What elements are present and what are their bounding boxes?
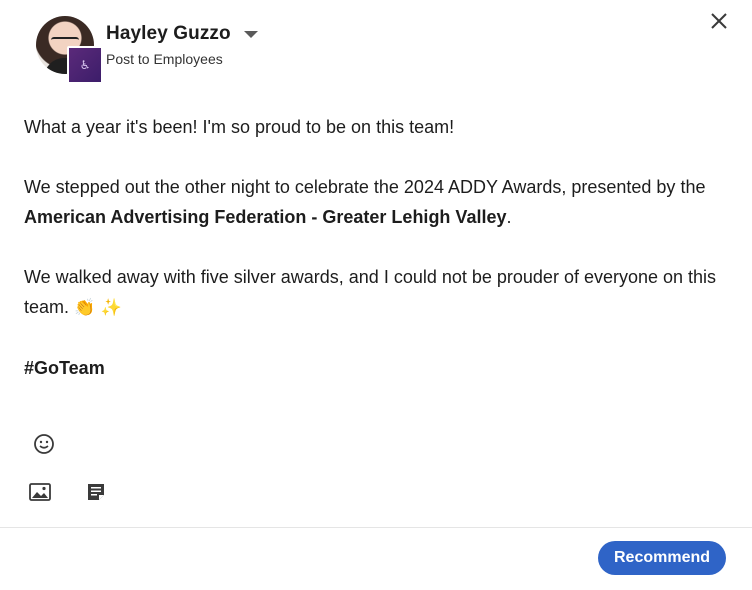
recommend-button[interactable]: Recommend	[598, 541, 726, 575]
footer-divider	[0, 527, 752, 528]
avatar-glasses	[51, 37, 79, 46]
post-audience[interactable]: Post to Employees	[106, 51, 223, 67]
p2-bold-org: American Advertising Federation - Greate…	[24, 207, 507, 227]
post-body[interactable]: What a year it's been! I'm so proud to b…	[24, 112, 728, 383]
chevron-down-icon[interactable]	[244, 31, 258, 38]
emoji-icon[interactable]	[33, 433, 55, 455]
p3-text: We walked away with five silver awards, …	[24, 267, 717, 317]
p2-text: We stepped out the other night to celebr…	[24, 177, 706, 197]
post-line-1: What a year it's been! I'm so proud to b…	[24, 117, 455, 137]
org-badge-icon: ♿︎	[67, 46, 103, 84]
author-avatar[interactable]: ♿︎	[36, 16, 103, 84]
post-paragraph-2: We stepped out the other night to celebr…	[24, 172, 728, 232]
p2-end: .	[506, 207, 512, 227]
post-paragraph-3: We walked away with five silver awards, …	[24, 262, 728, 323]
close-icon[interactable]	[708, 10, 730, 32]
author-name[interactable]: Hayley Guzzo	[106, 23, 231, 45]
document-icon[interactable]	[86, 482, 106, 502]
hashtag: #GoTeam	[24, 358, 105, 378]
image-icon[interactable]	[29, 483, 51, 501]
clap-sparkles-emoji: 👏 ✨	[74, 298, 122, 318]
post-header: ♿︎ Hayley Guzzo Post to Employees	[36, 16, 676, 86]
